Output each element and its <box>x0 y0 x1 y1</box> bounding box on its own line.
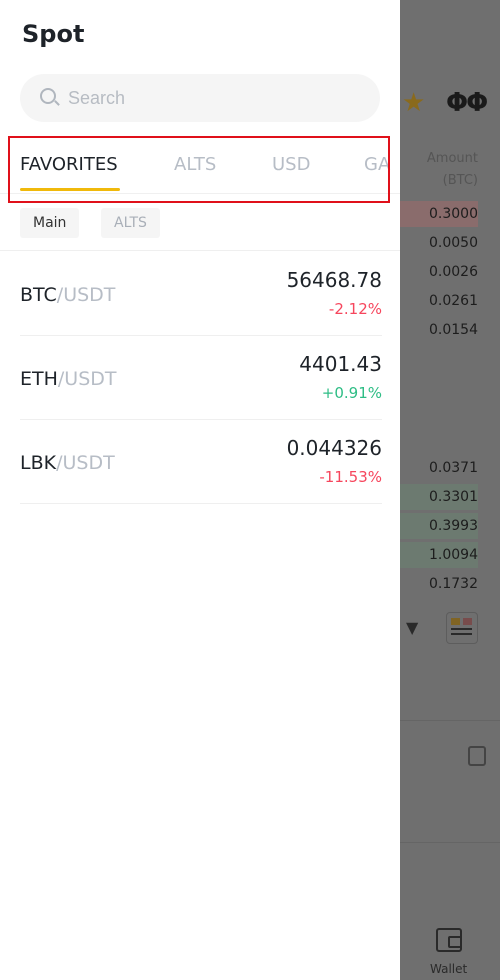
bid-amount: 0.3993 <box>388 513 478 539</box>
caret-down-icon: ▼ <box>406 618 419 637</box>
pair-price: 4401.43 <box>299 352 382 376</box>
active-tab-indicator <box>20 188 120 191</box>
page-title: Spot <box>22 20 85 48</box>
tab-favorites[interactable]: FAVORITES <box>20 154 118 175</box>
wallet-label: Wallet <box>430 962 468 976</box>
bid-amount: 0.0371 <box>429 460 478 476</box>
background-overlay[interactable]: ★ ΦΦ Amount (BTC) 0.3000 0.0050 0.0026 0… <box>388 0 500 980</box>
bid-amount: 0.3301 <box>388 484 478 510</box>
amount-header-unit: (BTC) <box>442 173 478 188</box>
ask-amount: 0.3000 <box>388 201 478 227</box>
pair-quote: /USDT <box>57 368 117 390</box>
divider <box>400 842 500 843</box>
pair-quote: /USDT <box>56 452 115 474</box>
search-input[interactable] <box>68 74 368 122</box>
wallet-icon <box>436 928 462 952</box>
pair-base: BTC <box>20 284 57 306</box>
note-icon <box>468 746 486 766</box>
favorite-star-icon: ★ <box>402 88 426 118</box>
pair-price: 56468.78 <box>286 268 382 292</box>
pair-row-btc[interactable]: BTC/USDT 56468.78 -2.12% <box>20 252 382 336</box>
tab-alts[interactable]: ALTS <box>174 154 216 175</box>
pair-name: LBK/USDT <box>20 452 115 474</box>
divider <box>400 720 500 721</box>
bid-amount: 1.0094 <box>388 542 478 568</box>
pair-row-lbk[interactable]: LBK/USDT 0.044326 -11.53% <box>20 420 382 504</box>
pair-change: -11.53% <box>319 468 382 486</box>
tab-usd[interactable]: USD <box>272 154 310 175</box>
search-icon <box>40 88 56 104</box>
filter-chip-alts[interactable]: ALTS <box>101 208 160 238</box>
pair-list: BTC/USDT 56468.78 -2.12% ETH/USDT 4401.4… <box>20 252 382 504</box>
pair-change: -2.12% <box>328 300 382 318</box>
pair-base: LBK <box>20 452 57 474</box>
amount-header: Amount (BTC) <box>427 148 478 192</box>
ask-amount: 0.0026 <box>429 264 478 280</box>
amount-header-label: Amount <box>426 151 478 166</box>
spot-drawer: Spot FAVORITES ALTS USD GA Main ALTS BTC… <box>0 0 400 980</box>
candlestick-chart-icon: ΦΦ <box>446 88 488 118</box>
pair-row-eth[interactable]: ETH/USDT 4401.43 +0.91% <box>20 336 382 420</box>
pair-change: +0.91% <box>321 384 382 402</box>
ask-amount: 0.0261 <box>429 293 478 309</box>
tab-ga[interactable]: GA <box>364 154 390 175</box>
divider <box>0 250 400 251</box>
pair-base: ETH <box>20 368 58 390</box>
bid-amount: 0.1732 <box>429 576 478 592</box>
ask-amount: 0.0154 <box>429 322 478 338</box>
pair-quote: /USDT <box>56 284 116 306</box>
ask-amount: 0.0050 <box>429 235 478 251</box>
orderbook-layout-icon <box>446 612 478 644</box>
pair-price: 0.044326 <box>286 436 382 460</box>
market-tabs: FAVORITES ALTS USD GA <box>0 136 400 194</box>
pair-name: ETH/USDT <box>20 368 117 390</box>
pair-name: BTC/USDT <box>20 284 115 306</box>
search-bar[interactable] <box>20 74 380 122</box>
filter-chip-main[interactable]: Main <box>20 208 80 238</box>
